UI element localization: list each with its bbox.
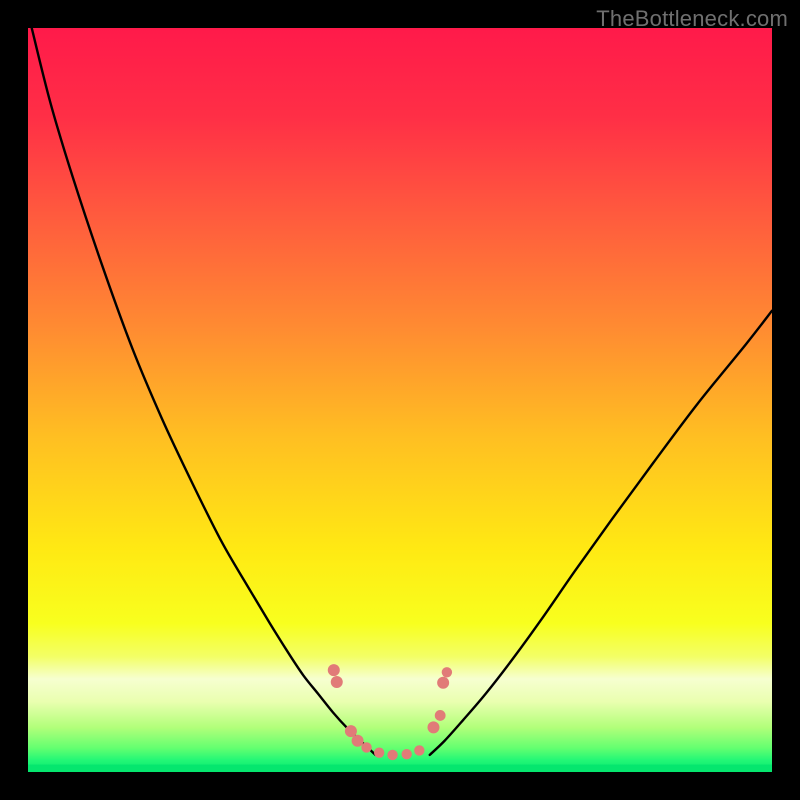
marker-dot [437, 677, 449, 689]
marker-dot [331, 676, 343, 688]
marker-dot [414, 745, 424, 755]
marker-dot [402, 749, 412, 759]
green-floor [28, 765, 772, 772]
marker-dot [427, 721, 439, 733]
marker-dot [361, 742, 371, 752]
marker-dot [387, 750, 397, 760]
marker-dot [442, 667, 452, 677]
marker-dot [374, 747, 384, 757]
plot-area [28, 28, 772, 772]
marker-dot [435, 710, 446, 721]
marker-dot [328, 664, 340, 676]
gradient-background [28, 28, 772, 772]
chart-svg [28, 28, 772, 772]
outer-border: TheBottleneck.com [0, 0, 800, 800]
marker-dot [345, 725, 357, 737]
marker-dot [352, 735, 364, 747]
watermark-text: TheBottleneck.com [596, 6, 788, 32]
